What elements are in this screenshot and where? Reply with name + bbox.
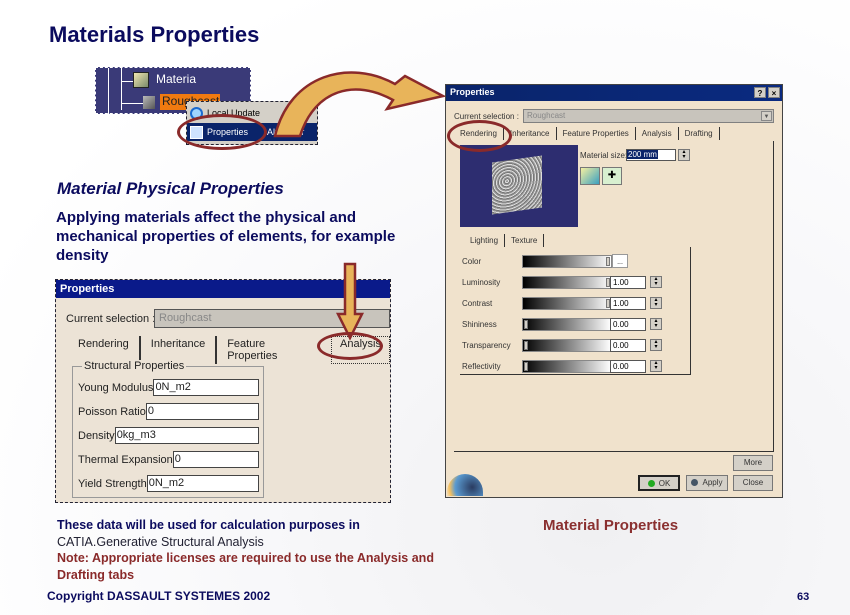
catia-logo-icon xyxy=(447,474,483,496)
value-spinner[interactable]: ▴ ▾ xyxy=(650,297,662,309)
current-selection-combo[interactable]: Roughcast ▼ xyxy=(523,109,774,123)
property-row: Density 0kg_m3 xyxy=(78,427,259,444)
lighting-label: Transparency xyxy=(462,341,511,350)
apply-button[interactable]: Apply xyxy=(686,475,728,491)
current-selection-label: Current selection : xyxy=(66,313,156,325)
chevron-down-icon[interactable]: ▼ xyxy=(761,111,772,121)
material-preview xyxy=(460,145,578,227)
lighting-value-input[interactable]: 0.00 xyxy=(610,318,646,331)
group-title: Structural Properties xyxy=(82,360,187,372)
lighting-label: Luminosity xyxy=(462,278,501,287)
tab-drafting[interactable]: Drafting xyxy=(679,127,720,140)
dialog-title: Properties xyxy=(450,87,495,97)
property-input[interactable]: 0 xyxy=(145,403,259,420)
figure-caption: Material Properties xyxy=(543,517,679,534)
help-button[interactable]: ? xyxy=(754,87,766,98)
material-cube-image xyxy=(492,155,542,215)
value-spinner[interactable]: ▴ ▾ xyxy=(650,276,662,288)
lighting-value-input[interactable]: 1.00 xyxy=(610,297,646,310)
property-row: Yield Strength 0N_m2 xyxy=(78,475,259,492)
lighting-slider[interactable] xyxy=(522,318,612,331)
property-input[interactable]: 0 xyxy=(172,451,259,468)
lighting-label: Color xyxy=(462,257,482,266)
value-spinner[interactable]: ▴ ▾ xyxy=(650,339,662,351)
material-size-spinner[interactable]: ▴ ▾ xyxy=(678,149,690,161)
sub-tabs: Lighting Texture xyxy=(464,234,545,247)
close-button[interactable]: Close xyxy=(733,475,773,491)
tab-feature-properties[interactable]: Feature Properties xyxy=(557,127,636,140)
apply-label: Apply xyxy=(702,478,723,487)
ok-label: OK xyxy=(658,479,671,488)
highlight-oval-rendering xyxy=(447,120,512,152)
lighting-value-input[interactable]: 1.00 xyxy=(610,276,646,289)
section-subtitle: Material Physical Properties xyxy=(57,179,284,198)
down-arrow-icon xyxy=(335,262,365,341)
tab-texture[interactable]: Texture xyxy=(505,234,545,247)
property-label: Young Modulus xyxy=(78,381,154,394)
material-size-label: Material size: xyxy=(580,151,628,160)
property-label: Thermal Expansion xyxy=(78,453,173,466)
tab-lighting[interactable]: Lighting xyxy=(464,234,506,247)
property-input[interactable]: 0kg_m3 xyxy=(114,427,259,444)
property-row: Thermal Expansion 0 xyxy=(78,451,259,468)
slider-thumb[interactable] xyxy=(524,320,528,329)
notes-block: These data will be used for calculation … xyxy=(57,517,437,583)
highlight-oval-analysis xyxy=(317,332,383,360)
lighting-label: Reflectivity xyxy=(462,362,501,371)
lighting-slider[interactable] xyxy=(522,255,612,268)
tab-analysis[interactable]: Analysis xyxy=(636,127,679,140)
more-button[interactable]: More xyxy=(733,455,773,471)
tree-line xyxy=(121,103,143,104)
property-label: Poisson Ratio xyxy=(78,405,146,418)
tree-line xyxy=(108,68,109,115)
highlight-oval-properties xyxy=(177,114,267,150)
curved-arrow-icon xyxy=(273,71,447,138)
tree-line xyxy=(121,81,133,82)
tab-feature-properties[interactable]: Feature Properties xyxy=(217,336,327,364)
ok-button[interactable]: OK xyxy=(638,475,680,491)
apply-icon xyxy=(691,479,699,487)
license-note: Note: Appropriate licenses are required … xyxy=(57,551,434,582)
property-row: Young Modulus 0N_m2 xyxy=(78,379,260,396)
material-library-icon xyxy=(133,72,149,88)
section-paragraph: Applying materials affect the physical a… xyxy=(56,209,396,264)
value-spinner[interactable]: ▴ ▾ xyxy=(650,360,662,372)
lighting-slider[interactable] xyxy=(522,276,612,289)
lighting-slider[interactable] xyxy=(522,297,612,310)
property-row: Poisson Ratio 0 xyxy=(78,403,259,420)
lighting-label: Shininess xyxy=(462,320,497,329)
mapping-type-icon[interactable] xyxy=(580,167,600,185)
property-input[interactable]: 0N_m2 xyxy=(146,475,259,492)
property-label: Yield Strength xyxy=(78,477,147,490)
page-number: 63 xyxy=(797,591,810,603)
slider-thumb[interactable] xyxy=(524,362,528,371)
lighting-label: Contrast xyxy=(462,299,493,308)
slider-thumb[interactable] xyxy=(606,257,610,266)
lighting-value-input[interactable]: 0.00 xyxy=(610,339,646,352)
property-label: Density xyxy=(78,429,115,442)
note-line: These data will be used for calculation … xyxy=(57,518,360,532)
cube-icon xyxy=(143,96,155,109)
current-selection-value: Roughcast xyxy=(527,111,566,120)
slider-thumb[interactable] xyxy=(524,341,528,350)
ok-icon xyxy=(647,480,655,488)
color-picker-button[interactable]: ... xyxy=(612,254,628,268)
copyright: Copyright DASSAULT SYSTEMES 2002 xyxy=(47,589,271,603)
lighting-slider[interactable] xyxy=(522,360,612,373)
material-size-value: 200 mm xyxy=(627,150,658,159)
note-line: CATIA.Generative Structural Analysis xyxy=(57,534,264,549)
property-input[interactable]: 0N_m2 xyxy=(153,379,260,396)
lighting-value-input[interactable]: 0.00 xyxy=(610,360,646,373)
fit-texture-icon[interactable]: ✚ xyxy=(602,167,622,185)
lighting-slider[interactable] xyxy=(522,339,612,352)
value-spinner[interactable]: ▴ ▾ xyxy=(650,318,662,330)
close-icon[interactable]: × xyxy=(768,87,780,98)
material-size-input[interactable]: 200 mm xyxy=(626,149,676,161)
slide-title: Materials Properties xyxy=(49,22,260,47)
tree-item-materia[interactable]: Materia xyxy=(156,72,196,86)
dialog-titlebar: Properties ? × xyxy=(446,85,782,101)
